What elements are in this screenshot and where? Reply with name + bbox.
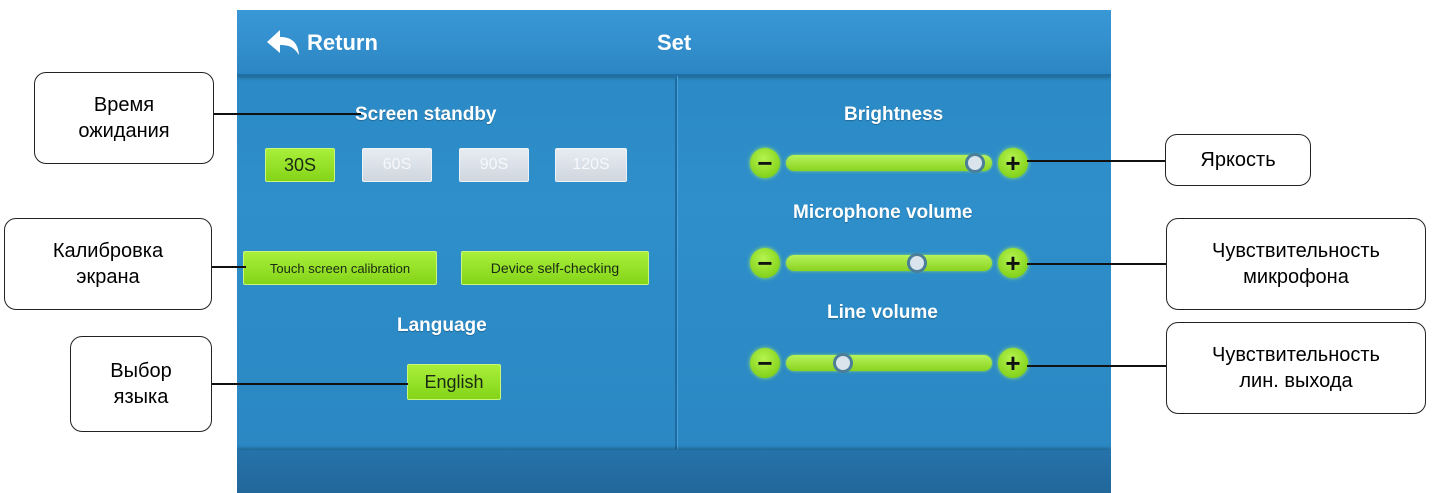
screen-standby-title: Screen standby [355,104,497,125]
page-title: Set [657,30,692,55]
brightness-plus-button[interactable]: + [998,148,1028,178]
callout-line-volume: Чувствительность лин. выхода [1166,322,1426,414]
microphone-volume-title: Microphone volume [793,202,973,223]
microphone-plus-button[interactable]: + [998,248,1028,278]
line-volume-slider: − + [750,348,1028,378]
line-volume-title: Line volume [827,302,938,323]
line-track[interactable] [786,355,992,371]
microphone-slider: − + [750,248,1028,278]
brightness-minus-button[interactable]: − [750,148,780,178]
standby-60s-button[interactable]: 60S [362,148,432,182]
panel-divider [675,76,677,449]
line-knob[interactable] [832,353,853,373]
callout-language: Выбор языка [70,336,212,432]
language-english-button[interactable]: English [407,364,501,400]
callout-line-volume-line [1027,365,1166,367]
return-button[interactable]: Return [265,28,378,58]
callout-brightness-line [1027,160,1165,162]
return-arrow-icon [267,30,299,55]
settings-screen: Return Set Screen standby 30S 60S 90S 12… [237,10,1111,493]
standby-90s-button[interactable]: 90S [459,148,529,182]
callout-standby: Время ожидания [34,72,214,164]
callout-microphone-line [1027,263,1166,265]
brightness-track[interactable] [786,155,992,171]
microphone-minus-button[interactable]: − [750,248,780,278]
callout-calibration: Калибровка экрана [4,218,212,310]
callout-microphone: Чувствительность микрофона [1166,218,1426,310]
callout-calibration-line [212,266,246,268]
microphone-track[interactable] [786,255,992,271]
callout-brightness: Яркость [1165,134,1311,186]
standby-120s-button[interactable]: 120S [555,148,627,182]
bottom-bar [237,450,1111,493]
brightness-title: Brightness [844,104,944,125]
callout-language-line [212,383,408,385]
top-bar: Return Set [237,10,1111,76]
standby-30s-button[interactable]: 30S [265,148,335,182]
line-plus-button[interactable]: + [998,348,1028,378]
callout-standby-line [214,113,361,115]
brightness-knob[interactable] [964,153,985,173]
line-minus-button[interactable]: − [750,348,780,378]
microphone-knob[interactable] [906,253,927,273]
return-label: Return [307,30,378,55]
language-title: Language [397,315,487,336]
self-check-button[interactable]: Device self-checking [461,251,649,285]
touch-calibration-button[interactable]: Touch screen calibration [243,251,437,285]
brightness-slider: − + [750,148,1028,178]
